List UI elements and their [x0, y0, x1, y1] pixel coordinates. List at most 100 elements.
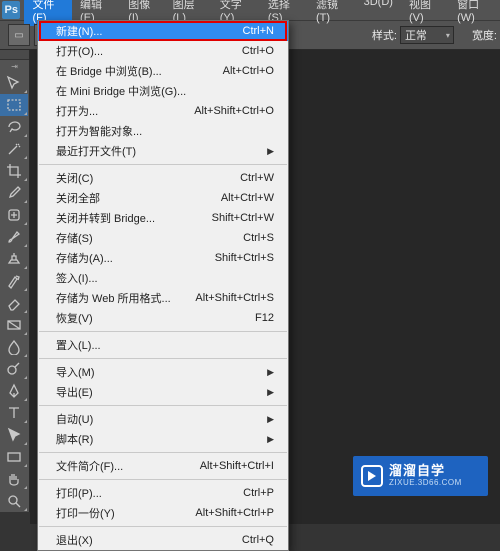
menu-item-shortcut: Ctrl+O — [184, 45, 274, 57]
menu-item-label: 打开为... — [56, 103, 184, 119]
move-tool[interactable] — [0, 72, 28, 94]
menu-item-label: 存储(S) — [56, 230, 184, 246]
watermark-title: 溜溜自学 — [389, 464, 462, 478]
app-logo: Ps — [2, 1, 20, 19]
menu-separator — [39, 331, 287, 332]
type-tool[interactable] — [0, 402, 28, 424]
menu-item[interactable]: 打印一份(Y)Alt+Shift+Ctrl+P — [38, 503, 288, 523]
menu-item-shortcut: Alt+Shift+Ctrl+I — [184, 460, 274, 472]
menu-separator — [39, 405, 287, 406]
menu-item[interactable]: 关闭全部Alt+Ctrl+W — [38, 188, 288, 208]
menubar-item[interactable]: 视图(V) — [401, 0, 449, 26]
menu-item-label: 置入(L)... — [56, 337, 274, 353]
menu-item-label: 打印(P)... — [56, 485, 184, 501]
crop-tool[interactable] — [0, 160, 28, 182]
eraser-tool[interactable] — [0, 292, 28, 314]
menu-item-label: 签入(I)... — [56, 270, 274, 286]
blur-tool[interactable] — [0, 336, 28, 358]
menu-item-label: 导出(E) — [56, 384, 261, 400]
hand-tool[interactable] — [0, 468, 28, 490]
history-brush-tool[interactable] — [0, 270, 28, 292]
toolbox-grip[interactable] — [0, 50, 29, 60]
menu-item[interactable]: 存储(S)Ctrl+S — [38, 228, 288, 248]
clone-stamp-tool[interactable] — [0, 248, 28, 270]
width-label: 宽度: — [472, 27, 497, 43]
path-selection-tool[interactable] — [0, 424, 28, 446]
menu-item-label: 脚本(R) — [56, 431, 261, 447]
style-select[interactable]: 正常 ▾ — [400, 26, 454, 44]
play-icon — [361, 465, 383, 487]
menu-item-shortcut: Alt+Shift+Ctrl+P — [184, 507, 274, 519]
menu-item-label: 退出(X) — [56, 532, 184, 548]
menu-item[interactable]: 文件简介(F)...Alt+Shift+Ctrl+I — [38, 456, 288, 476]
menu-item[interactable]: 关闭(C)Ctrl+W — [38, 168, 288, 188]
gradient-tool[interactable] — [0, 314, 28, 336]
menu-item[interactable]: 置入(L)... — [38, 335, 288, 355]
submenu-arrow-icon: ▶ — [267, 434, 274, 445]
menu-item-label: 关闭全部 — [56, 190, 184, 206]
eyedropper-tool[interactable] — [0, 182, 28, 204]
menu-item[interactable]: 退出(X)Ctrl+Q — [38, 530, 288, 550]
menu-item-label: 存储为 Web 所用格式... — [56, 290, 184, 306]
brush-tool[interactable] — [0, 226, 28, 248]
menu-item[interactable]: 导出(E) ▶ — [38, 382, 288, 402]
menu-item[interactable]: 存储为(A)...Shift+Ctrl+S — [38, 248, 288, 268]
marquee-tool[interactable] — [0, 94, 28, 116]
menubar-item[interactable]: 窗口(W) — [449, 0, 500, 26]
menu-item-shortcut: F12 — [184, 312, 274, 324]
toolbox: ⇥ — [0, 50, 30, 512]
menu-item-label: 关闭(C) — [56, 170, 184, 186]
rectangle-tool[interactable] — [0, 446, 28, 468]
menu-item-label: 在 Bridge 中浏览(B)... — [56, 63, 184, 79]
menu-item-shortcut: Ctrl+P — [184, 487, 274, 499]
menu-item[interactable]: 在 Bridge 中浏览(B)...Alt+Ctrl+O — [38, 61, 288, 81]
toolbox-expand-icon[interactable]: ⇥ — [0, 60, 29, 72]
menu-item[interactable]: 打印(P)...Ctrl+P — [38, 483, 288, 503]
menu-item[interactable]: 新建(N)...Ctrl+N — [38, 21, 288, 41]
menu-item-shortcut: Shift+Ctrl+S — [184, 252, 274, 264]
menu-item-label: 打开为智能对象... — [56, 123, 274, 139]
menu-item-label: 导入(M) — [56, 364, 261, 380]
menu-item[interactable]: 自动(U)▶ — [38, 409, 288, 429]
menubar-item[interactable]: 滤镜(T) — [308, 0, 356, 26]
submenu-arrow-icon: ▶ — [267, 387, 274, 398]
menu-item[interactable]: 导入(M)▶ — [38, 362, 288, 382]
menu-item[interactable]: 存储为 Web 所用格式...Alt+Shift+Ctrl+S — [38, 288, 288, 308]
menu-item[interactable]: 打开为智能对象... — [38, 121, 288, 141]
menu-item[interactable]: 打开(O)...Ctrl+O — [38, 41, 288, 61]
menu-item-label: 打印一份(Y) — [56, 505, 184, 521]
menu-item[interactable]: 关闭并转到 Bridge...Shift+Ctrl+W — [38, 208, 288, 228]
menu-item-shortcut: Alt+Ctrl+O — [184, 65, 274, 77]
tool-preset-icon[interactable]: ▭ — [8, 24, 30, 46]
menu-item-label: 恢复(V) — [56, 310, 184, 326]
menu-item-shortcut: Shift+Ctrl+W — [184, 212, 274, 224]
menu-item[interactable]: 签入(I)... — [38, 268, 288, 288]
menu-item-shortcut: Ctrl+W — [184, 172, 274, 184]
zoom-tool[interactable] — [0, 490, 28, 512]
chevron-down-icon: ▾ — [446, 31, 453, 40]
healing-brush-tool[interactable] — [0, 204, 28, 226]
menu-separator — [39, 164, 287, 165]
menu-item-label: 最近打开文件(T) — [56, 143, 261, 159]
menu-separator — [39, 452, 287, 453]
menu-item-shortcut: Alt+Shift+Ctrl+O — [184, 105, 274, 117]
menu-item[interactable]: 在 Mini Bridge 中浏览(G)... — [38, 81, 288, 101]
menubar-item[interactable]: 3D(D) — [356, 0, 401, 26]
pen-tool[interactable] — [0, 380, 28, 402]
lasso-tool[interactable] — [0, 116, 28, 138]
menu-item-label: 打开(O)... — [56, 43, 184, 59]
magic-wand-tool[interactable] — [0, 138, 28, 160]
style-label: 样式: — [372, 27, 397, 43]
menu-item-label: 存储为(A)... — [56, 250, 184, 266]
menu-item[interactable]: 打开为...Alt+Shift+Ctrl+O — [38, 101, 288, 121]
watermark-badge: 溜溜自学 ZIXUE.3D66.COM — [353, 456, 488, 496]
menu-separator — [39, 479, 287, 480]
submenu-arrow-icon: ▶ — [267, 146, 274, 157]
menu-item-shortcut: Ctrl+S — [184, 232, 274, 244]
menu-item[interactable]: 脚本(R) ▶ — [38, 429, 288, 449]
menu-item[interactable]: 恢复(V)F12 — [38, 308, 288, 328]
menu-item[interactable]: 最近打开文件(T) ▶ — [38, 141, 288, 161]
dodge-tool[interactable] — [0, 358, 28, 380]
menu-item-label: 新建(N)... — [56, 23, 184, 39]
menu-item-label: 自动(U) — [56, 411, 261, 427]
